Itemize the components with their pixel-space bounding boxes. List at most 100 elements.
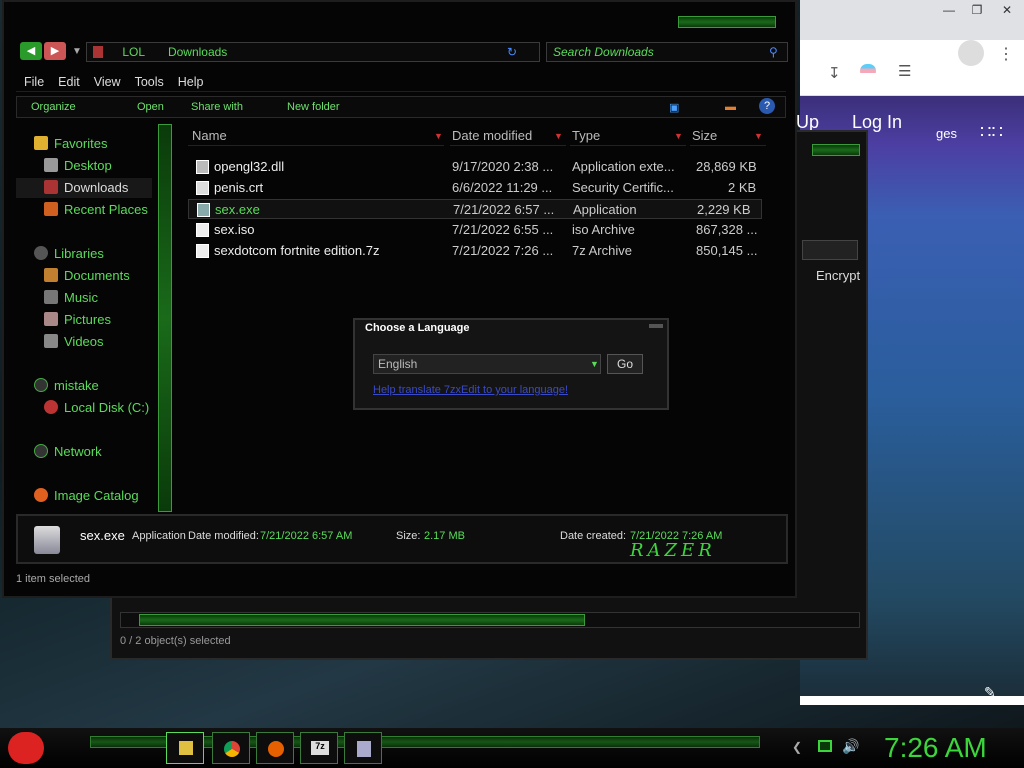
details-kind: Application bbox=[132, 530, 186, 542]
history-dropdown-icon[interactable]: ▼ bbox=[72, 46, 82, 57]
chrome-taskbar-icon[interactable] bbox=[212, 732, 250, 764]
column-type[interactable]: Type ▼ bbox=[570, 126, 686, 146]
libraries-icon bbox=[34, 246, 48, 260]
go-button[interactable]: Go bbox=[607, 354, 643, 374]
language-select[interactable]: English ▼ bbox=[373, 354, 601, 374]
avatar[interactable] bbox=[958, 40, 984, 66]
nav-image-catalog[interactable]: Image Catalog bbox=[34, 486, 139, 506]
view-options-icon[interactable]: ▣ bbox=[669, 101, 679, 114]
apps-grid-icon[interactable]: ∷∷ bbox=[980, 122, 1003, 143]
sort-arrow-icon[interactable]: ▼ bbox=[434, 126, 443, 146]
videos-icon bbox=[44, 334, 58, 348]
status-bar: 1 item selected bbox=[16, 573, 90, 585]
chrome-icon bbox=[224, 741, 240, 757]
nav-local-disk[interactable]: Local Disk (C:) bbox=[44, 398, 149, 418]
download-icon[interactable]: ↧ bbox=[828, 64, 841, 82]
browser-toolbar: ↧ ☰ ⋮ bbox=[800, 40, 1024, 96]
help-icon[interactable]: ? bbox=[759, 98, 775, 114]
scrollbar-thumb[interactable] bbox=[139, 614, 585, 626]
nav-downloads[interactable]: Downloads bbox=[16, 178, 152, 198]
archive-file-icon bbox=[196, 244, 209, 258]
column-header-encrypt[interactable]: Encrypt bbox=[802, 266, 860, 286]
translate-link[interactable]: Help translate 7zxEdit to your language! bbox=[373, 384, 568, 396]
organize-button[interactable]: Organize bbox=[31, 101, 76, 113]
volume-icon[interactable]: 🔊 bbox=[842, 738, 859, 755]
refresh-icon[interactable]: ↻ bbox=[507, 43, 517, 61]
nav-desktop[interactable]: Desktop bbox=[44, 156, 112, 176]
network-tray-icon[interactable] bbox=[818, 740, 832, 752]
file-row[interactable]: penis.crt 6/6/2022 11:29 ... Security Cert… bbox=[188, 178, 762, 198]
nav-mistake[interactable]: mistake bbox=[34, 376, 99, 396]
language-dialog: Choose a Language English ▼ Go Help tran… bbox=[353, 318, 669, 410]
folder-icon bbox=[93, 46, 103, 58]
preview-pane-icon[interactable]: ▬ bbox=[725, 101, 736, 113]
menu-tools[interactable]: Tools bbox=[135, 72, 164, 92]
file-row[interactable]: sexdotcom fortnite edition.7z 7/21/2022 7… bbox=[188, 241, 762, 261]
nav-favorites[interactable]: Favorites bbox=[34, 134, 107, 154]
column-date-modified[interactable]: Date modified ▼ bbox=[450, 126, 566, 146]
share-button[interactable]: Share with bbox=[191, 101, 243, 113]
horizontal-scrollbar[interactable] bbox=[120, 612, 860, 628]
details-name: sex.exe bbox=[80, 528, 125, 543]
menu-edit[interactable]: Edit bbox=[58, 72, 80, 92]
nav-videos[interactable]: Videos bbox=[44, 332, 104, 352]
7zip-taskbar-icon[interactable]: 7z bbox=[300, 732, 338, 764]
breadcrumb-lol[interactable]: LOL bbox=[122, 45, 144, 59]
menu-file[interactable]: File bbox=[24, 72, 44, 92]
app-taskbar-icon[interactable] bbox=[344, 732, 382, 764]
firefox-taskbar-icon[interactable] bbox=[256, 732, 294, 764]
open-button[interactable]: Open bbox=[137, 101, 164, 113]
sort-arrow-icon[interactable]: ▼ bbox=[754, 126, 763, 146]
restore-icon[interactable]: ❐ bbox=[964, 2, 990, 18]
details-size-value: 2.17 MB bbox=[424, 530, 465, 542]
firefox-icon bbox=[268, 741, 284, 757]
clock[interactable]: 7:26 AM bbox=[884, 730, 987, 766]
7zip-icon: 7z bbox=[311, 741, 329, 755]
tray-expand-icon[interactable]: ❮ bbox=[792, 740, 802, 754]
close-icon[interactable]: ✕ bbox=[994, 2, 1020, 18]
column-name[interactable]: Name ▼ bbox=[188, 126, 444, 146]
edit-pencil-icon[interactable]: ✎ bbox=[984, 684, 996, 701]
file-row[interactable]: sex.iso 7/21/2022 6:55 ... iso Archive 867,… bbox=[188, 220, 762, 240]
new-folder-button[interactable]: New folder bbox=[287, 101, 340, 113]
dll-file-icon bbox=[196, 160, 209, 174]
chevron-down-icon[interactable]: ▼ bbox=[590, 355, 599, 373]
nav-scrollbar[interactable] bbox=[158, 124, 172, 512]
star-icon bbox=[34, 136, 48, 150]
minimize-icon[interactable]: — bbox=[936, 2, 962, 18]
dropdown[interactable] bbox=[802, 240, 858, 260]
menu-icon[interactable]: ☰ bbox=[898, 62, 911, 80]
extension-icon[interactable] bbox=[860, 64, 876, 78]
command-bar: Organize Open Share with New folder ▣ ▬ … bbox=[16, 96, 786, 118]
nav-libraries[interactable]: Libraries bbox=[34, 244, 104, 264]
start-button-angry-bird-icon[interactable] bbox=[8, 732, 44, 764]
window-controls[interactable] bbox=[812, 144, 860, 156]
razer-logo: RAZER bbox=[630, 540, 716, 561]
menu-help[interactable]: Help bbox=[178, 72, 204, 92]
address-bar[interactable]: LOL Downloads ↻ bbox=[86, 42, 540, 62]
breadcrumb-downloads[interactable]: Downloads bbox=[168, 45, 227, 59]
nav-music[interactable]: Music bbox=[44, 288, 98, 308]
back-arrow-icon[interactable]: ◀ bbox=[20, 42, 42, 60]
nav-documents[interactable]: Documents bbox=[44, 266, 130, 286]
menu-view[interactable]: View bbox=[94, 72, 121, 92]
recent-icon bbox=[44, 202, 58, 216]
more-icon[interactable]: ⋮ bbox=[998, 44, 1014, 64]
forward-arrow-icon[interactable]: ▶ bbox=[44, 42, 66, 60]
explorer-taskbar-icon[interactable] bbox=[166, 732, 204, 764]
nav-recent-places[interactable]: Recent Places bbox=[44, 200, 148, 220]
details-date-label: Date modified: bbox=[188, 530, 259, 542]
column-size[interactable]: Size ▼ bbox=[690, 126, 766, 146]
computer-icon bbox=[34, 378, 48, 392]
nav-network[interactable]: Network bbox=[34, 442, 102, 462]
file-row-selected[interactable]: sex.exe 7/21/2022 6:57 ... Application 2,22… bbox=[188, 199, 762, 219]
dialog-minimize-icon[interactable] bbox=[649, 324, 663, 328]
nav-pictures[interactable]: Pictures bbox=[44, 310, 111, 330]
search-input[interactable]: Search Downloads ⚲ bbox=[546, 42, 788, 62]
file-row[interactable]: opengl32.dll 9/17/2020 2:38 ... Applicatio… bbox=[188, 157, 762, 177]
sort-arrow-icon[interactable]: ▼ bbox=[674, 126, 683, 146]
window-controls[interactable] bbox=[678, 16, 776, 28]
sort-arrow-icon[interactable]: ▼ bbox=[554, 126, 563, 146]
dialog-title: Choose a Language bbox=[365, 322, 470, 334]
search-icon[interactable]: ⚲ bbox=[769, 43, 778, 61]
